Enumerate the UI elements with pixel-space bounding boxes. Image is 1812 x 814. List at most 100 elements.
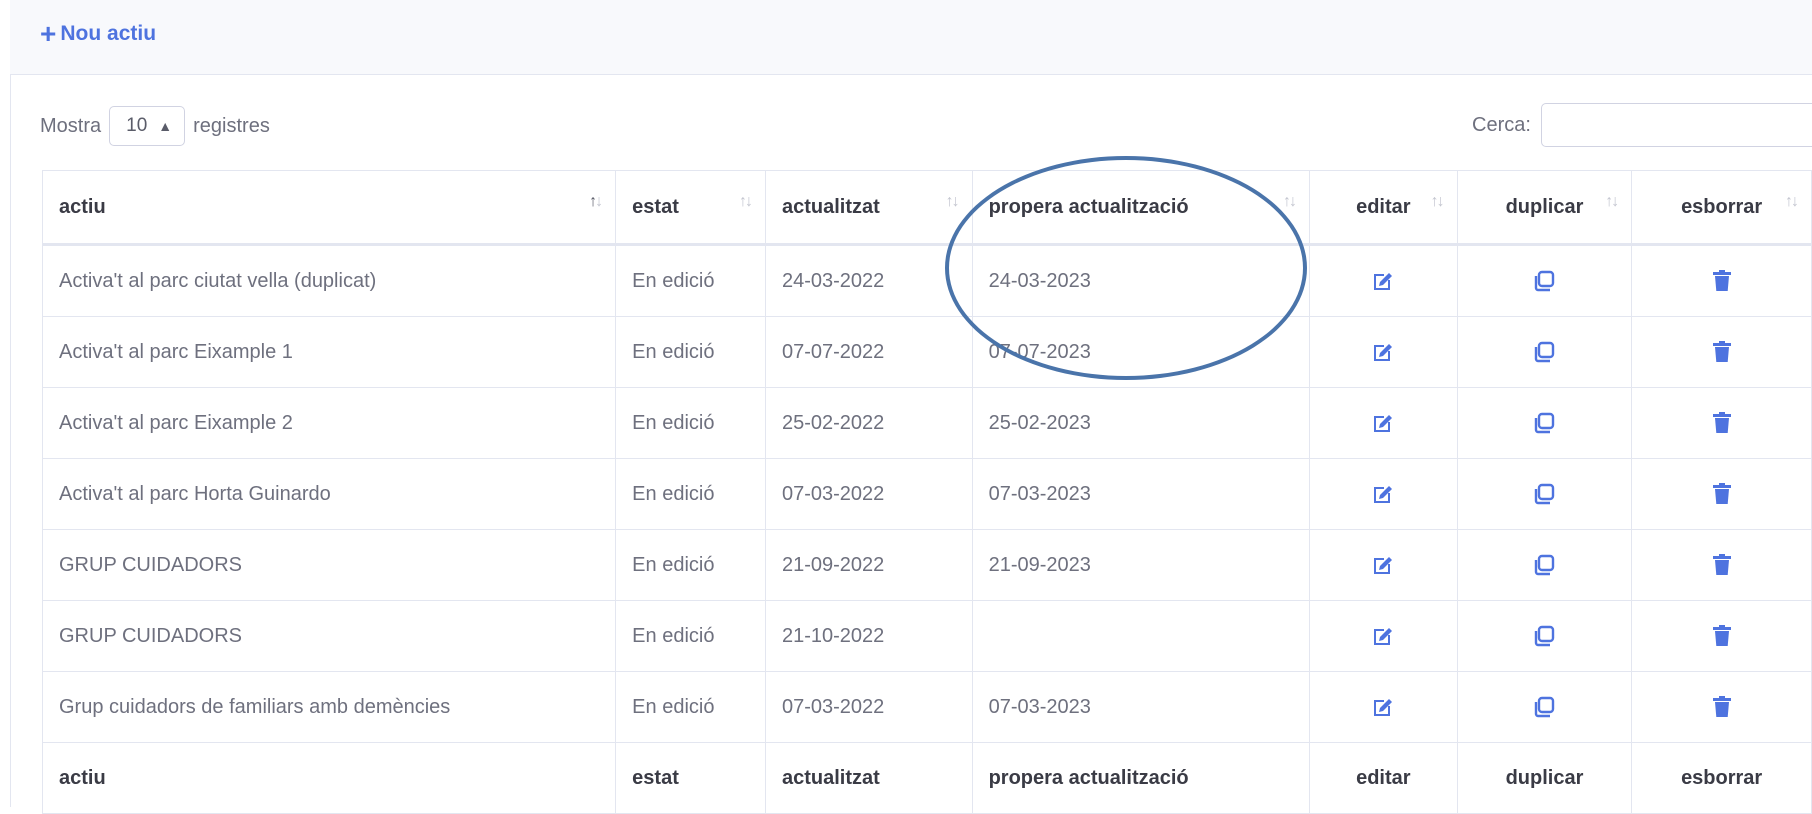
cell-edit bbox=[1309, 529, 1458, 601]
column-header[interactable]: actualitzat ↑↓ bbox=[764, 170, 973, 246]
new-asset-button[interactable]: + Nou actiu bbox=[40, 18, 157, 49]
cell-estat: En edició bbox=[615, 458, 766, 530]
column-footer: actualitzat bbox=[764, 742, 973, 814]
edit-icon[interactable] bbox=[1371, 482, 1395, 504]
cell-actualitzat: 07-03-2022 bbox=[764, 458, 973, 530]
edit-icon[interactable] bbox=[1371, 553, 1395, 575]
trash-icon[interactable] bbox=[1711, 340, 1733, 362]
column-header[interactable]: editar ↑↓ bbox=[1309, 170, 1458, 246]
column-header[interactable]: duplicar ↑↓ bbox=[1456, 170, 1633, 246]
cell-delete bbox=[1631, 671, 1812, 743]
cell-duplicate bbox=[1456, 458, 1633, 530]
column-header-label: editar bbox=[1356, 195, 1411, 218]
table-row: Activa't al parc ciutat vella (duplicat)… bbox=[41, 244, 1812, 317]
cell-estat: En edició bbox=[615, 387, 766, 459]
sort-arrows-icon: ↑↓ bbox=[1283, 193, 1297, 210]
table-row: Activa't al parc Horta Guinardo En edició… bbox=[41, 458, 1812, 530]
trash-icon[interactable] bbox=[1711, 695, 1733, 717]
copy-icon[interactable] bbox=[1532, 482, 1556, 505]
cell-edit bbox=[1309, 316, 1458, 388]
cell-delete bbox=[1631, 529, 1812, 601]
column-footer: esborrar bbox=[1631, 742, 1812, 814]
column-footer: actiu bbox=[41, 742, 617, 814]
cell-estat: En edició bbox=[615, 529, 766, 601]
cell-estat: En edició bbox=[615, 244, 766, 317]
column-footer-label: actiu bbox=[59, 766, 106, 789]
sort-arrows-icon: ↑↓ bbox=[1605, 193, 1619, 210]
column-header-label: esborrar bbox=[1681, 195, 1763, 218]
table-footer-row: actiu estat actualitzat propera actualitzac… bbox=[41, 742, 1812, 814]
sort-arrows-icon: ↑↓ bbox=[738, 193, 753, 210]
cell-actiu: Activa't al parc Horta Guinardo bbox=[41, 458, 617, 530]
column-header[interactable]: estat ↑↓ bbox=[615, 170, 766, 246]
cell-actualitzat: 07-07-2022 bbox=[764, 316, 973, 388]
cell-estat: En edició bbox=[615, 316, 766, 388]
trash-icon[interactable] bbox=[1711, 269, 1733, 291]
cell-actiu: GRUP CUIDADORS bbox=[41, 600, 617, 672]
trash-icon[interactable] bbox=[1711, 553, 1733, 575]
column-header[interactable]: actiu ↑↓ bbox=[41, 170, 617, 246]
cell-edit bbox=[1309, 600, 1458, 672]
edit-icon[interactable] bbox=[1371, 269, 1395, 291]
copy-icon[interactable] bbox=[1532, 695, 1556, 718]
table-row: GRUP CUIDADORS En edició 21-10-2022 bbox=[41, 600, 1812, 672]
table-body: Activa't al parc ciutat vella (duplicat)… bbox=[41, 244, 1812, 743]
edit-icon[interactable] bbox=[1371, 411, 1395, 433]
copy-icon[interactable] bbox=[1532, 624, 1556, 647]
column-header-label: actiu bbox=[59, 195, 106, 218]
table-row: Grup cuidadors de familiars amb demèncie… bbox=[41, 671, 1812, 743]
cell-actualitzat: 24-03-2022 bbox=[764, 244, 973, 317]
cell-delete bbox=[1631, 600, 1812, 672]
cell-propera: 25-02-2023 bbox=[971, 387, 1311, 459]
new-asset-label: Nou actiu bbox=[60, 22, 157, 45]
table-row: Activa't al parc Eixample 2 En edició 25-0… bbox=[41, 387, 1812, 459]
edit-icon[interactable] bbox=[1371, 624, 1395, 646]
column-footer: duplicar bbox=[1456, 742, 1633, 814]
cell-delete bbox=[1631, 458, 1812, 530]
table-row: GRUP CUIDADORS En edició 21-09-2022 21-09-2… bbox=[41, 529, 1812, 601]
column-header-label: propera actualització bbox=[988, 195, 1189, 218]
column-header-label: estat bbox=[632, 195, 679, 218]
cell-propera: 07-07-2023 bbox=[971, 316, 1311, 388]
cell-duplicate bbox=[1456, 387, 1633, 459]
cell-delete bbox=[1631, 316, 1812, 388]
page-length-select[interactable]: 10 ▲︎ bbox=[109, 106, 186, 146]
cell-edit bbox=[1309, 387, 1458, 459]
copy-icon[interactable] bbox=[1532, 340, 1556, 363]
column-footer: estat bbox=[615, 742, 766, 814]
copy-icon[interactable] bbox=[1532, 553, 1556, 576]
cell-edit bbox=[1309, 458, 1458, 530]
card-border bbox=[10, 74, 11, 807]
sort-arrows-icon: ↑↓ bbox=[589, 193, 603, 210]
search-input[interactable] bbox=[1540, 103, 1812, 147]
card-header bbox=[10, 0, 1812, 75]
copy-icon[interactable] bbox=[1532, 269, 1556, 292]
trash-icon[interactable] bbox=[1711, 624, 1733, 646]
edit-icon[interactable] bbox=[1371, 695, 1395, 717]
cell-duplicate bbox=[1456, 244, 1633, 317]
cell-actualitzat: 25-02-2022 bbox=[764, 387, 973, 459]
cell-actiu: Activa't al parc Eixample 2 bbox=[41, 387, 617, 459]
trash-icon[interactable] bbox=[1711, 482, 1733, 504]
table-header-row: actiu ↑↓ estat ↑↓ actualitzat ↑↓ propera actua… bbox=[41, 170, 1812, 246]
cell-edit bbox=[1309, 671, 1458, 743]
plus-icon: + bbox=[40, 18, 57, 49]
cell-duplicate bbox=[1456, 529, 1633, 601]
column-footer-label: esborrar bbox=[1681, 766, 1763, 789]
table-row: Activa't al parc Eixample 1 En edició 07-0… bbox=[41, 316, 1812, 388]
sort-arrows-icon: ↑↓ bbox=[1785, 193, 1799, 210]
page-length-value: 10 bbox=[126, 115, 148, 136]
cell-propera: 07-03-2023 bbox=[971, 671, 1311, 743]
copy-icon[interactable] bbox=[1532, 411, 1556, 434]
cell-actiu: Activa't al parc ciutat vella (duplicat) bbox=[41, 244, 617, 317]
cell-actualitzat: 21-09-2022 bbox=[764, 529, 973, 601]
cell-duplicate bbox=[1456, 671, 1633, 743]
search-label: Cerca: bbox=[1472, 113, 1531, 136]
sort-arrows-icon: ↑↓ bbox=[945, 193, 960, 210]
column-header[interactable]: esborrar ↑↓ bbox=[1631, 170, 1812, 246]
cell-actiu: GRUP CUIDADORS bbox=[41, 529, 617, 601]
edit-icon[interactable] bbox=[1371, 340, 1395, 362]
cell-delete bbox=[1631, 387, 1812, 459]
column-header[interactable]: propera actualització ↑↓ bbox=[971, 170, 1311, 246]
trash-icon[interactable] bbox=[1711, 411, 1733, 433]
